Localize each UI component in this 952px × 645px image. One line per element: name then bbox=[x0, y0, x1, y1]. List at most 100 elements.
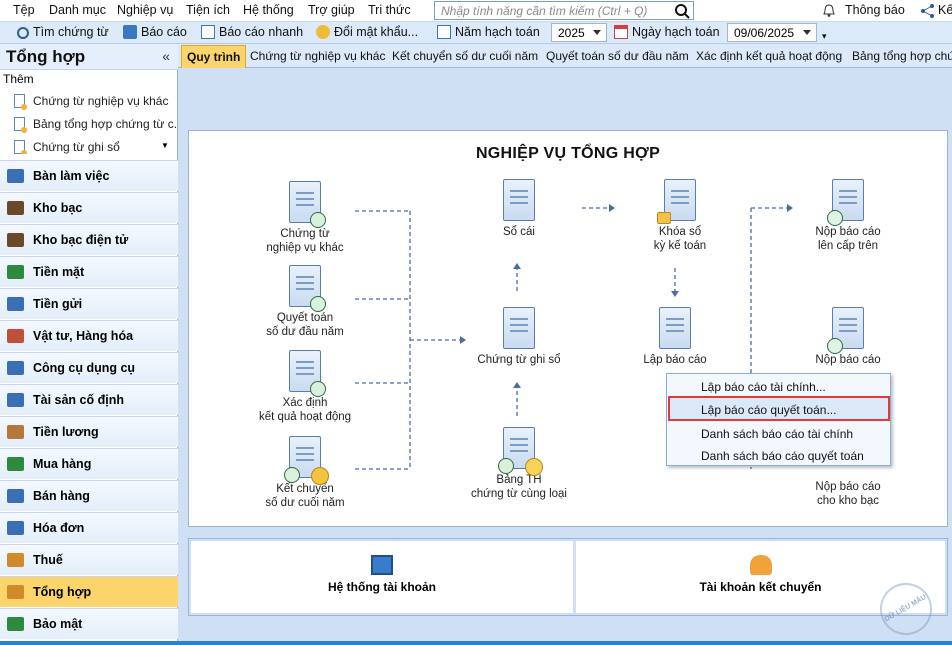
module-label: Mua hàng bbox=[33, 457, 92, 471]
tab-summary-table[interactable]: Bảng tổng hợp chứng bbox=[852, 49, 952, 63]
module-3[interactable]: Tiền mặt bbox=[0, 256, 178, 287]
node-submit-superior[interactable]: Nộp báo cáo lên cấp trên bbox=[803, 179, 893, 253]
share-icon[interactable] bbox=[920, 3, 936, 18]
bottom-shortcuts: Hệ thống tài khoản Tài khoản kết chuyển bbox=[188, 538, 948, 616]
report-context-menu: Lập báo cáo tài chính... Lập báo cáo quy… bbox=[666, 373, 891, 466]
module-icon bbox=[7, 361, 24, 375]
module-12[interactable]: Thuế bbox=[0, 544, 178, 575]
tab-opening-balance[interactable]: Quyết toán số dư đầu năm bbox=[546, 49, 689, 63]
module-9[interactable]: Mua hàng bbox=[0, 448, 178, 479]
menu-operations[interactable]: Nghiệp vụ bbox=[117, 3, 173, 17]
module-14[interactable]: Bảo mật bbox=[0, 608, 178, 639]
module-icon bbox=[7, 521, 24, 535]
node-lock-period[interactable]: Khóa sổ kỳ kế toán bbox=[635, 179, 725, 253]
module-label: Thuế bbox=[33, 553, 63, 567]
menu-bar: Tệp Danh mục Nghiệp vụ Tiện ích Hệ thống… bbox=[0, 0, 952, 22]
module-icon bbox=[7, 265, 24, 279]
change-password-button[interactable]: Đổi mật khẩu... bbox=[316, 25, 418, 39]
shortcut-item[interactable]: Bảng tổng hợp chứng từ c... bbox=[14, 117, 184, 133]
node-make-report[interactable]: Lập báo cáo bbox=[625, 307, 725, 367]
percent-icon bbox=[525, 458, 543, 476]
upload-icon bbox=[827, 210, 843, 226]
document-coin-icon bbox=[284, 436, 329, 485]
check-icon bbox=[310, 381, 326, 397]
menu-item-financial-report[interactable]: Lập báo cáo tài chính... bbox=[701, 380, 826, 394]
module-10[interactable]: Bán hàng bbox=[0, 480, 178, 511]
toolbar-overflow-icon[interactable]: ▾ bbox=[822, 31, 827, 42]
menu-overflow[interactable]: Kế bbox=[938, 3, 952, 17]
node-year-end-transfer[interactable]: Kết chuyển số dư cuối năm bbox=[245, 436, 365, 510]
quick-report-button[interactable]: Báo cáo nhanh bbox=[201, 25, 303, 39]
feature-search-input[interactable]: Nhập tính năng cần tìm kiếm (Ctrl + Q) bbox=[434, 1, 694, 20]
module-0[interactable]: Bàn làm việc bbox=[0, 160, 178, 191]
shortcut-item[interactable]: Chứng từ nghiệp vụ khác bbox=[14, 94, 168, 110]
year-label: Năm hạch toán bbox=[437, 25, 540, 39]
tab-year-end-transfer[interactable]: Kết chuyển số dư cuối năm bbox=[392, 49, 538, 63]
tab-process[interactable]: Quy trình bbox=[181, 45, 247, 68]
sidebar-header: Tổng hợp « bbox=[0, 44, 178, 70]
node-voucher-book[interactable]: Chứng từ ghi sổ bbox=[469, 307, 569, 367]
module-label: Vật tư, Hàng hóa bbox=[33, 329, 134, 343]
module-icon bbox=[7, 329, 24, 343]
module-icon bbox=[7, 617, 24, 631]
gear-document-icon bbox=[289, 350, 326, 397]
menu-catalog[interactable]: Danh mục bbox=[49, 3, 106, 17]
calendar-icon bbox=[614, 25, 628, 39]
report-button[interactable]: Báo cáo bbox=[123, 25, 187, 39]
chart-of-accounts-card[interactable]: Hệ thống tài khoản bbox=[191, 541, 573, 613]
node-opening-balance[interactable]: Quyết toán số dư đầu năm bbox=[245, 265, 365, 339]
module-2[interactable]: Kho bạc điện tử bbox=[0, 224, 178, 255]
node-submit-report[interactable]: Nộp báo cáo bbox=[803, 307, 893, 367]
node-other-vouchers[interactable]: Chứng từ nghiệp vụ khác bbox=[245, 181, 365, 255]
search-placeholder: Nhập tính năng cần tìm kiếm (Ctrl + Q) bbox=[441, 4, 648, 18]
module-13[interactable]: Tổng hợp bbox=[0, 576, 178, 607]
menu-item-financial-report-list[interactable]: Danh sách báo cáo tài chính bbox=[701, 427, 853, 441]
calendar-clock-icon bbox=[437, 25, 451, 39]
key-icon bbox=[316, 25, 330, 39]
notification-link[interactable]: Thông báo bbox=[845, 3, 905, 17]
module-label: Công cụ dụng cụ bbox=[33, 361, 136, 375]
dollar-document-icon bbox=[289, 265, 326, 312]
tab-other-vouchers[interactable]: Chứng từ nghiệp vụ khác bbox=[250, 49, 385, 63]
menu-file[interactable]: Tệp bbox=[13, 3, 35, 17]
module-label: Tiền mặt bbox=[33, 265, 85, 279]
bell-icon[interactable] bbox=[823, 4, 835, 17]
summary-document-icon bbox=[498, 427, 543, 476]
quick-report-icon bbox=[201, 25, 215, 39]
menu-system[interactable]: Hệ thống bbox=[243, 3, 294, 17]
menu-utilities[interactable]: Tiện ích bbox=[186, 3, 230, 17]
module-1[interactable]: Kho bạc bbox=[0, 192, 178, 223]
lock-icon bbox=[657, 212, 671, 224]
collapse-icon[interactable]: « bbox=[162, 48, 170, 64]
year-select[interactable]: 2025 bbox=[551, 23, 607, 42]
chevron-down-icon bbox=[803, 30, 811, 35]
module-4[interactable]: Tiền gửi bbox=[0, 288, 178, 319]
node-operating-result[interactable]: Xác định kết quả hoạt động bbox=[235, 350, 375, 424]
certificate-document-icon bbox=[289, 181, 326, 228]
module-label: Tổng hợp bbox=[33, 585, 92, 599]
download-icon bbox=[498, 458, 514, 474]
menu-item-settlement-report[interactable]: Lập báo cáo quyết toán... bbox=[701, 403, 836, 417]
node-summary-table[interactable]: Bảng TH chứng từ cùng loại bbox=[459, 427, 579, 501]
shortcut-item[interactable]: Chứng từ ghi sổ bbox=[14, 140, 120, 154]
module-5[interactable]: Vật tư, Hàng hóa bbox=[0, 320, 178, 351]
module-label: Bán hàng bbox=[33, 489, 90, 503]
node-ledger[interactable]: Sổ cái bbox=[479, 179, 559, 239]
tab-operating-result[interactable]: Xác định kết quả hoạt động bbox=[696, 49, 842, 63]
module-8[interactable]: Tiền lương bbox=[0, 416, 178, 447]
module-6[interactable]: Công cụ dụng cụ bbox=[0, 352, 178, 383]
module-11[interactable]: Hóa đơn bbox=[0, 512, 178, 543]
add-shortcut-label: Thêm bbox=[3, 72, 34, 86]
module-7[interactable]: Tài sản cố định bbox=[0, 384, 178, 415]
node-submit-treasury[interactable]: Nộp báo cáo cho kho bạc bbox=[803, 480, 893, 508]
search-icon[interactable] bbox=[674, 3, 690, 19]
menu-item-settlement-report-list[interactable]: Danh sách báo cáo quyết toán bbox=[701, 449, 864, 463]
find-voucher-button[interactable]: Tìm chứng từ bbox=[17, 25, 109, 39]
menu-help[interactable]: Trợ giúp bbox=[308, 3, 355, 17]
module-label: Tiền gửi bbox=[33, 297, 83, 311]
scroll-down-icon[interactable]: ▼ bbox=[161, 141, 169, 150]
tab-strip: Quy trình Chứng từ nghiệp vụ khác Kết ch… bbox=[178, 44, 952, 68]
module-icon bbox=[7, 297, 24, 311]
date-picker[interactable]: 09/06/2025 bbox=[727, 23, 817, 42]
menu-knowledge[interactable]: Tri thức bbox=[368, 3, 411, 17]
